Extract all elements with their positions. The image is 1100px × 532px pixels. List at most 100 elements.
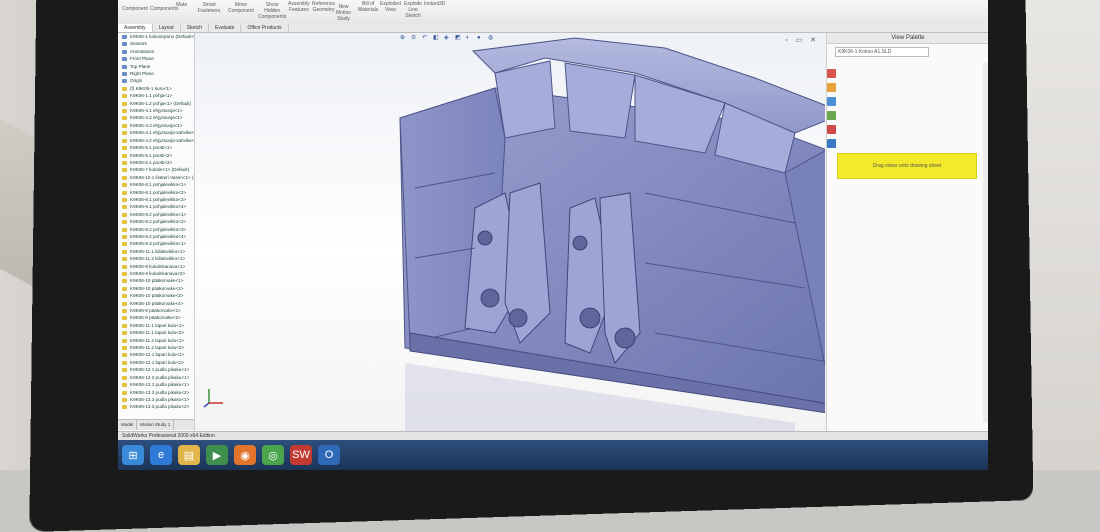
solidworks-taskbar-icon[interactable]: SW [290,445,312,465]
view-orientation-icon[interactable]: ◈ [444,35,451,42]
tree-item[interactable]: Origin [118,77,194,84]
tab-sketch[interactable]: Sketch [181,24,209,32]
ribbon-exploded-view[interactable]: Exploded View [380,1,401,13]
graphics-viewport[interactable]: ⊕ ⊘ ↶ ◧ ◈ ◩ ◐ ● ◍ ▫ ▭ ✕ [195,33,825,431]
media-taskbar-icon[interactable]: ▶ [206,445,228,465]
tree-item[interactable]: K9K06-10.1 lisäteri Vasen<1> (Def [118,174,194,181]
tree-item[interactable]: K9K06-4.2 ehjyssuoja-vahvike<1> [118,137,194,144]
tree-item[interactable]: K9K06-4.1 ehjyssuoja-vahvike<1> [118,129,194,136]
display-style-icon[interactable]: ◩ [455,35,462,42]
drag-views-message: Drag views onto drawing sheet [837,153,977,179]
tree-item[interactable]: K9K06-8.2 pohjalevikko<2> [118,218,194,225]
tree-item[interactable]: Top Plane [118,63,194,70]
task-pane-tab-icon[interactable] [827,111,836,120]
tree-item[interactable]: K9K06-11.1 kiilalevikko<1> [118,248,194,255]
zoom-area-icon[interactable]: ⊘ [411,35,418,42]
task-pane-tab-icon[interactable] [827,125,836,134]
ribbon-assembly-features[interactable]: Assembly Features [288,1,310,13]
ribbon-show-hidden[interactable]: Show Hidden Components [258,2,286,20]
task-pane-tab-icon[interactable] [827,69,836,78]
tree-item[interactable]: K9K06-8.2 pohjalevikko<3> [118,226,194,233]
tree-item[interactable]: K9K06-8.1 pohjalevikko<2> [118,189,194,196]
ribbon-components[interactable]: Components [150,6,178,12]
firefox-taskbar-icon[interactable]: ◉ [234,445,256,465]
ie-taskbar-icon[interactable]: e [150,445,172,465]
previous-view-icon[interactable]: ↶ [422,35,429,42]
tab-assembly[interactable]: Assembly [118,24,153,32]
hide-show-icon[interactable]: ◐ [466,35,473,42]
tree-item[interactable]: K9K06-1 kokoonpano (Default<Disp [118,33,194,40]
start-taskbar-icon[interactable]: ⊞ [122,445,144,465]
explorer-taskbar-icon[interactable]: ▤ [178,445,200,465]
view-palette-document-select[interactable]: K9K06-1 Kokoo A1.SLD [835,47,929,57]
ribbon-reference-geometry[interactable]: Reference Geometry [312,1,335,13]
appearance-icon[interactable]: ● [477,35,484,42]
viewport-window-controls[interactable]: ▫ ▭ ✕ [785,36,819,44]
ribbon-smart-fasteners[interactable]: Smart Fasteners [198,2,220,14]
tree-item[interactable]: K9K06-5.1 pootti<2> [118,152,194,159]
tree-item[interactable]: Front Plane [118,55,194,62]
tree-item[interactable]: K9K06-9 kulutinkanava<2> [118,270,194,277]
tree-item[interactable]: K9K06-9 kulutinkanava<1> [118,263,194,270]
tree-item[interactable]: K9K06-1.2 pohja<1> (Default) [118,100,194,107]
tree-item[interactable]: K9K06-11.1 lapari kulu<2> [118,329,194,336]
tree-item[interactable]: K9K06-13.3 pudla pikaku<2> [118,403,194,410]
tree-item[interactable]: K9K06-8 pääkorvake<2> [118,314,194,321]
ribbon-explode-line[interactable]: Explode Line Sketch [404,1,422,19]
tab-evaluate[interactable]: Evaluate [209,24,242,32]
view-palette-scrollbar[interactable] [983,63,988,423]
tree-item[interactable]: K9K06-11.2 lapari kulu<2> [118,344,194,351]
outlook-taskbar-icon[interactable]: O [318,445,340,465]
task-pane-tab-icon[interactable] [827,139,836,148]
tree-item[interactable]: K9K06-12.1 pudla pikaku<1> [118,366,194,373]
tree-item[interactable]: K9K06-5.1 pootti<3> [118,159,194,166]
tree-item[interactable]: K9K06-8.2 pohjalevikko<1> [118,211,194,218]
ribbon-component[interactable]: Component [122,6,148,12]
ribbon-instant3d[interactable]: Instant3D [424,1,445,7]
monitor-screen: Component Components Mate Smart Fastener… [118,0,988,470]
tab-layout[interactable]: Layout [153,24,181,32]
tree-item[interactable]: K9K06-13.3 pudla pikaku<1> [118,396,194,403]
tab-office-products[interactable]: Office Products [241,24,289,32]
tree-item[interactable]: K9K06-5.1 pootti<1> [118,144,194,151]
tree-item[interactable]: K9K06-10 pääkorvake<1> [118,277,194,284]
tree-item[interactable]: K9K06-12.1 lapari kulu<2> [118,359,194,366]
task-pane-tab-icon[interactable] [827,83,836,92]
tree-item[interactable]: Sensors [118,40,194,47]
tree-item[interactable]: K9K06-13.2 pudla pikaku<2> [118,389,194,396]
tree-item[interactable]: K9K06-12.2 pudla pikaku<1> [118,374,194,381]
tree-item[interactable]: Right Plane [118,70,194,77]
tree-item[interactable]: K9K06-8.2 pohjalevikko<4> [118,233,194,240]
tree-item[interactable]: K9K06-8.3 pohjalevikko<1> [118,240,194,247]
tree-item[interactable]: K9K06-11.2 lapari kulu<1> [118,337,194,344]
tree-item[interactable]: Annotations [118,48,194,55]
tab-motion-study[interactable]: Motion Study 1 [137,420,175,430]
tree-item[interactable]: K9K06-8.1 pohjalevikko<1> [118,181,194,188]
tree-item[interactable]: K9K06-4.2 ehjyssuoja<1> [118,114,194,121]
ribbon-new-motion-study[interactable]: New Motion Study [336,4,351,22]
tree-item[interactable]: K9K06-7 kulutin<1> (Default) [118,166,194,173]
tree-item[interactable]: K9K06-13.1 pudla pikaku<1> [118,381,194,388]
tree-item[interactable]: K9K06-8 pääkorvake<1> [118,307,194,314]
chrome-taskbar-icon[interactable]: ◎ [262,445,284,465]
tree-item[interactable]: K9K06-11.2 kiilalevikko<1> [118,255,194,262]
tree-item[interactable]: K9K06-1.1 pohja<1> [118,92,194,99]
tree-item[interactable]: K9K06-10 pääkorvake<3> [118,292,194,299]
tree-item[interactable]: K9K06-10 pääkorvake<2> [118,285,194,292]
tab-model[interactable]: Model [118,420,138,430]
tree-item[interactable]: K9K06-8.1 pohjalevikko<4> [118,203,194,210]
tree-item[interactable]: K9K06-4.3 ehjyssuoja<1> [118,122,194,129]
section-view-icon[interactable]: ◧ [433,35,440,42]
ribbon-mate[interactable]: Mate [176,2,187,8]
tree-item[interactable]: K9K06-10 pääkorvake<4> [118,300,194,307]
tree-item[interactable]: (f) K9K06-1 kuru<1> [118,85,194,92]
task-pane-tab-icon[interactable] [827,97,836,106]
scene-icon[interactable]: ◍ [488,35,495,42]
zoom-fit-icon[interactable]: ⊕ [400,35,407,42]
tree-item[interactable]: K9K06-4.1 ehjyssuoja<1> [118,107,194,114]
tree-item[interactable]: K9K06-8.1 pohjalevikko<3> [118,196,194,203]
ribbon-bill-of-materials[interactable]: Bill of Materials [358,1,378,13]
ribbon-move-component[interactable]: Move Component [228,2,254,14]
tree-item[interactable]: K9K06-11.1 lapari kulu<1> [118,322,194,329]
tree-item[interactable]: K9K06-12.1 lapari kulu<1> [118,351,194,358]
